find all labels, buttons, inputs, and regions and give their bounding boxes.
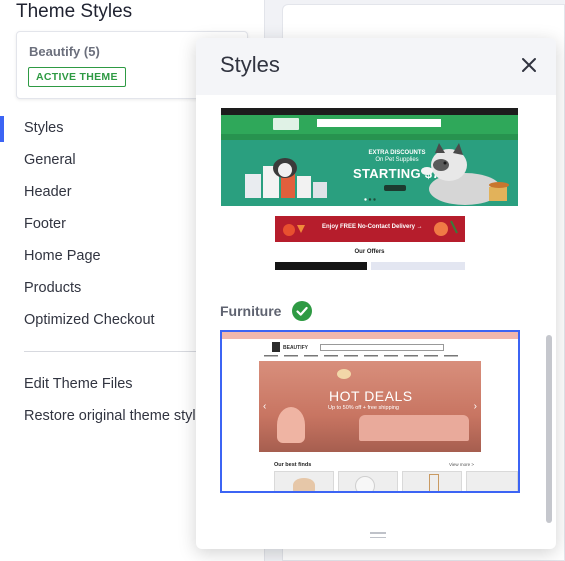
preview-logo: BEAUTIFY bbox=[272, 342, 308, 354]
resize-handle-icon[interactable] bbox=[370, 532, 386, 540]
sofa-image bbox=[359, 415, 469, 441]
modal-header: Styles bbox=[196, 38, 556, 95]
preview-carousel-dots bbox=[364, 198, 376, 201]
preview-section-heading: Our best finds bbox=[274, 462, 312, 468]
preview-search-bar bbox=[320, 344, 444, 351]
preview-search-bar bbox=[317, 119, 441, 127]
lamp-image bbox=[337, 369, 351, 379]
preview-headline: HOT DEALS bbox=[329, 388, 413, 404]
style-name-furniture: Furniture bbox=[220, 303, 282, 319]
fruit-icon bbox=[283, 224, 305, 236]
style-preview-furniture[interactable]: BEAUTIFY HOT DEALS Up to 50% off + free … bbox=[220, 330, 520, 493]
check-circle-icon bbox=[292, 301, 312, 321]
chair-image bbox=[277, 407, 305, 443]
citrus-icon bbox=[434, 220, 458, 236]
preview-hero-banner: HOT DEALS Up to 50% off + free shipping … bbox=[259, 361, 481, 452]
style-preview-pet[interactable]: EXTRA DISCOUNTS On Pet Supplies STARTING… bbox=[221, 108, 518, 270]
preview-view-all-link: View more > bbox=[449, 462, 475, 467]
sidebar-title: Theme Styles bbox=[16, 1, 133, 22]
preview-product-tile bbox=[274, 471, 334, 491]
preview-logo bbox=[273, 118, 299, 130]
pet-products-image bbox=[245, 158, 327, 198]
styles-modal: Styles EXTRA DISCOUNTS On Pet Supplies S… bbox=[196, 38, 556, 549]
preview-offer-tile bbox=[371, 262, 465, 270]
preview-product-tile bbox=[402, 471, 462, 491]
preview-nav bbox=[264, 355, 458, 357]
preview-topbar bbox=[221, 108, 518, 115]
modal-scrollbar-thumb[interactable] bbox=[546, 335, 552, 523]
chevron-right-icon: › bbox=[473, 401, 477, 412]
close-button[interactable] bbox=[518, 54, 540, 76]
preview-product-tile bbox=[338, 471, 398, 491]
preview-topbar bbox=[222, 332, 518, 339]
preview-product-tile bbox=[466, 471, 518, 491]
close-icon bbox=[522, 58, 536, 72]
preview-offer-tile bbox=[275, 262, 367, 270]
preview-shop-button bbox=[384, 185, 406, 191]
chevron-left-icon: ‹ bbox=[263, 401, 267, 412]
preview-subline: Up to 50% off + free shipping bbox=[328, 405, 399, 411]
active-theme-badge: ACTIVE THEME bbox=[28, 67, 126, 87]
theme-name: Beautify (5) bbox=[29, 44, 100, 59]
preview-delivery-banner: Enjoy FREE No-Contact Delivery → bbox=[275, 216, 465, 242]
husky-dog-image bbox=[421, 143, 509, 205]
preview-delivery-text: Enjoy FREE No-Contact Delivery → bbox=[322, 224, 423, 230]
preview-offers-heading: Our Offers bbox=[354, 249, 385, 255]
modal-title: Styles bbox=[220, 52, 280, 77]
